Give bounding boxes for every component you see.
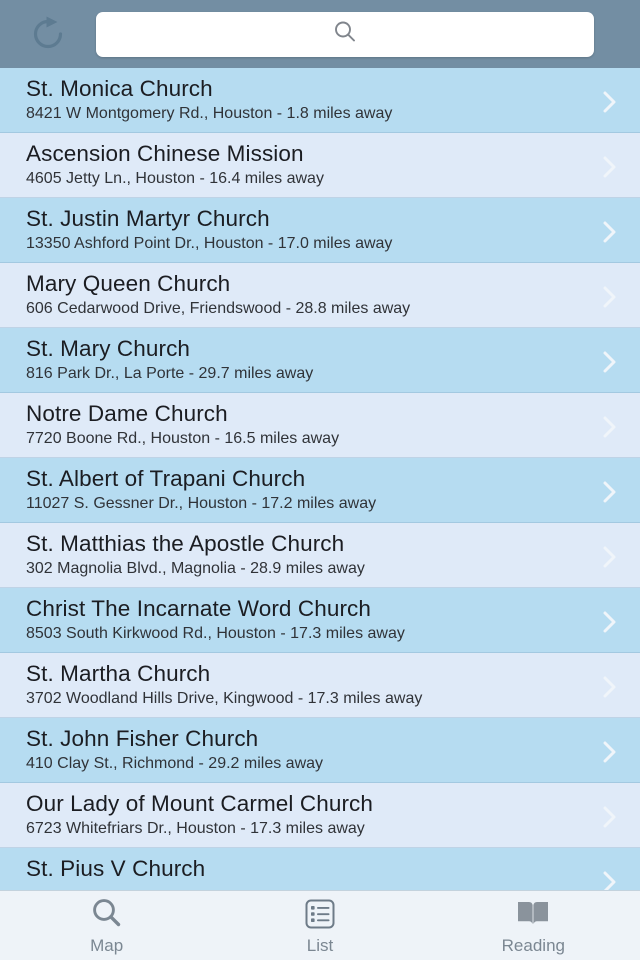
list-item-title: St. Mary Church: [26, 336, 191, 361]
list-item-detail: 11027 S. Gessner Dr., Houston - 17.2 mil…: [26, 495, 377, 512]
list-item-title: St. Martha Church: [26, 661, 211, 686]
chevron-right-icon: [602, 155, 618, 179]
chevron-right-icon: [602, 90, 618, 114]
chevron-right-icon: [602, 805, 618, 829]
open-book-icon: [514, 895, 552, 933]
list-item-detail: 13350 Ashford Point Dr., Houston - 17.0 …: [26, 235, 393, 252]
search-magnifier-icon: [89, 895, 125, 933]
list-item-detail: 3702 Woodland Hills Drive, Kingwood - 17…: [26, 690, 423, 707]
list-item-detail: 4605 Jetty Ln., Houston - 16.4 miles awa…: [26, 170, 324, 187]
list-item-detail: 8421 W Montgomery Rd., Houston - 1.8 mil…: [26, 105, 393, 122]
list-item-detail: 606 Cedarwood Drive, Friendswood - 28.8 …: [26, 300, 411, 317]
list-item-title: Mary Queen Church: [26, 271, 231, 296]
list-item-detail: 410 Clay St., Richmond - 29.2 miles away: [26, 755, 324, 772]
list-item[interactable]: St. Pius V Church: [0, 848, 640, 890]
list-item[interactable]: Our Lady of Mount Carmel Church 6723 Whit…: [0, 783, 640, 848]
list-item-detail: 816 Park Dr., La Porte - 29.7 miles away: [26, 365, 314, 382]
tab-reading-label: Reading: [501, 936, 565, 955]
list-item[interactable]: St. Justin Martyr Church 13350 Ashford Po…: [0, 198, 640, 263]
list-item-title: St. John Fisher Church: [26, 726, 259, 751]
bottom-tab-bar: Map List Reading: [0, 890, 640, 960]
list-item[interactable]: Notre Dame Church 7720 Boone Rd., Houston…: [0, 393, 640, 458]
list-item-detail: 8503 South Kirkwood Rd., Houston - 17.3 …: [26, 625, 405, 642]
list-item-title: St. Albert of Trapani Church: [26, 466, 306, 491]
list-item[interactable]: St. Monica Church 8421 W Montgomery Rd., …: [0, 68, 640, 133]
list-item[interactable]: Ascension Chinese Mission 4605 Jetty Ln.,…: [0, 133, 640, 198]
chevron-right-icon: [602, 675, 618, 699]
chevron-right-icon: [602, 285, 618, 309]
search-bar[interactable]: [96, 11, 594, 57]
list-item[interactable]: St. John Fisher Church 410 Clay St., Rich…: [0, 718, 640, 783]
list-item[interactable]: Christ The Incarnate Word Church 8503 Sou…: [0, 588, 640, 653]
list-bullets-icon: [303, 895, 337, 933]
list-item[interactable]: St. Albert of Trapani Church 11027 S. Ges…: [0, 458, 640, 523]
top-header-bar: [0, 0, 640, 68]
chevron-right-icon: [602, 545, 618, 569]
tab-list[interactable]: List: [213, 891, 426, 960]
list-item-detail: 6723 Whitefriars Dr., Houston - 17.3 mil…: [26, 820, 365, 837]
list-item-title: St. Monica Church: [26, 76, 213, 101]
list-item-title: Notre Dame Church: [26, 401, 228, 426]
chevron-right-icon: [602, 740, 618, 764]
chevron-right-icon: [602, 610, 618, 634]
list-item[interactable]: Mary Queen Church 606 Cedarwood Drive, Fr…: [0, 263, 640, 328]
list-item-title: St. Matthias the Apostle Church: [26, 531, 345, 556]
chevron-right-icon: [602, 350, 618, 374]
tab-list-label: List: [306, 936, 334, 955]
list-item-title: Ascension Chinese Mission: [26, 141, 304, 166]
tab-reading[interactable]: Reading: [427, 891, 640, 960]
list-item[interactable]: St. Martha Church 3702 Woodland Hills Dri…: [0, 653, 640, 718]
list-item-title: Christ The Incarnate Word Church: [26, 596, 372, 621]
chevron-right-icon: [602, 480, 618, 504]
search-input[interactable]: [96, 11, 594, 57]
chevron-right-icon: [602, 415, 618, 439]
list-item-title: St. Pius V Church: [26, 856, 206, 881]
church-list[interactable]: St. Monica Church 8421 W Montgomery Rd., …: [0, 68, 640, 890]
list-item-title: Our Lady of Mount Carmel Church: [26, 791, 373, 816]
list-item[interactable]: St. Mary Church 816 Park Dr., La Porte - …: [0, 328, 640, 393]
list-item-title: St. Justin Martyr Church: [26, 206, 270, 231]
tab-map[interactable]: Map: [0, 891, 213, 960]
tab-map-label: Map: [90, 936, 124, 955]
refresh-circular-arrow-icon: [26, 12, 70, 56]
list-item-detail: 7720 Boone Rd., Houston - 16.5 miles awa…: [26, 430, 340, 447]
chevron-right-icon: [602, 220, 618, 244]
refresh-button[interactable]: [0, 0, 96, 68]
chevron-right-icon: [602, 870, 618, 890]
list-item-detail: 302 Magnolia Blvd., Magnolia - 28.9 mile…: [26, 560, 365, 577]
list-item[interactable]: St. Matthias the Apostle Church 302 Magno…: [0, 523, 640, 588]
